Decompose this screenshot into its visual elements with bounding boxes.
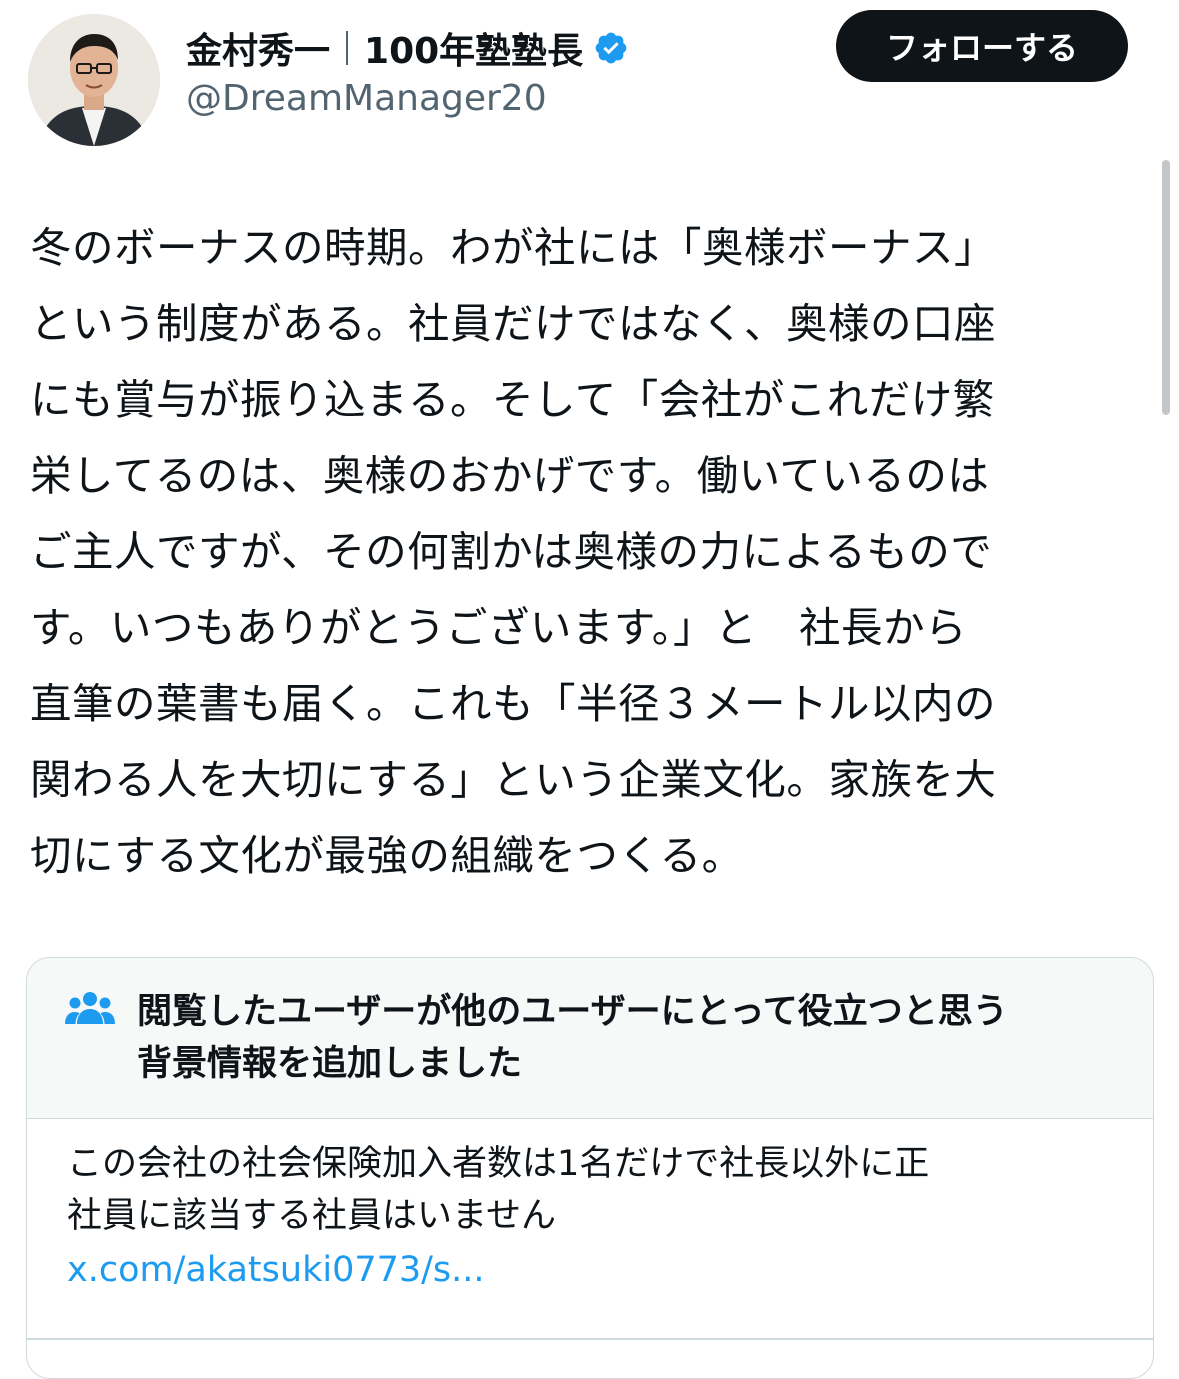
community-note-card[interactable]: 閲覧したユーザーが他のユーザーにとって役立つと思う 背景情報を追加しました この… bbox=[26, 957, 1154, 1379]
people-group-icon bbox=[65, 990, 115, 1030]
tweet-line: 切にする文化が最強の組織をつくる。 bbox=[30, 831, 744, 880]
community-note-body-line: 社員に該当する社員はいません bbox=[67, 1196, 556, 1236]
avatar[interactable] bbox=[28, 14, 160, 146]
tweet-line: 関わる人を大切にする」という企業文化。家族を大 bbox=[30, 755, 997, 804]
scrollbar[interactable] bbox=[1162, 160, 1170, 415]
tweet-line: 直筆の葉書も届く。これも「半径３メートル以内の bbox=[30, 679, 997, 728]
user-name-row[interactable]: 金村秀一 100年塾塾長 bbox=[186, 20, 629, 76]
divider bbox=[27, 1338, 1153, 1340]
tweet-header: 金村秀一 100年塾塾長 @DreamManager20 フォローする bbox=[0, 0, 1179, 160]
community-note-title: 閲覧したユーザーが他のユーザーにとって役立つと思う 背景情報を追加しました bbox=[137, 986, 1008, 1090]
community-note-header: 閲覧したユーザーが他のユーザーにとって役立つと思う 背景情報を追加しました bbox=[27, 958, 1153, 1119]
tweet-line: す。いつもありがとうございます。」と 社長から bbox=[30, 603, 967, 652]
tweet-line: 栄してるのは、奥様のおかげです。働いているのは bbox=[30, 451, 990, 500]
community-note-title-line: 背景情報を追加しました bbox=[137, 1044, 523, 1084]
user-name[interactable]: 金村秀一 bbox=[186, 22, 330, 74]
community-note-link[interactable]: x.com/akatsuki0773/s... bbox=[67, 1244, 485, 1296]
user-handle[interactable]: @DreamManager20 bbox=[186, 78, 547, 119]
follow-button[interactable]: フォローする bbox=[836, 10, 1128, 82]
user-title[interactable]: 100年塾塾長 bbox=[364, 22, 583, 74]
community-note-title-line: 閲覧したユーザーが他のユーザーにとって役立つと思う bbox=[137, 992, 1008, 1032]
tweet-line: という制度がある。社員だけではなく、奥様の口座 bbox=[30, 299, 997, 348]
verified-badge-icon bbox=[593, 30, 629, 66]
community-note-body-line: この会社の社会保険加入者数は1名だけで社長以外に正 bbox=[67, 1144, 930, 1184]
tweet-text: 冬のボーナスの時期。わが社には「奥様ボーナス」 という制度がある。社員だけではな… bbox=[30, 210, 1140, 894]
tweet-line: ご主人ですが、その何割かは奥様の力によるもので bbox=[30, 527, 993, 576]
community-note-body: この会社の社会保険加入者数は1名だけで社長以外に正 社員に該当する社員はいません bbox=[67, 1138, 929, 1242]
tweet-line: 冬のボーナスの時期。わが社には「奥様ボーナス」 bbox=[30, 223, 997, 272]
tweet-line: にも賞与が振り込まる。そして「会社がこれだけ繁 bbox=[30, 375, 995, 424]
name-separator bbox=[346, 31, 349, 65]
